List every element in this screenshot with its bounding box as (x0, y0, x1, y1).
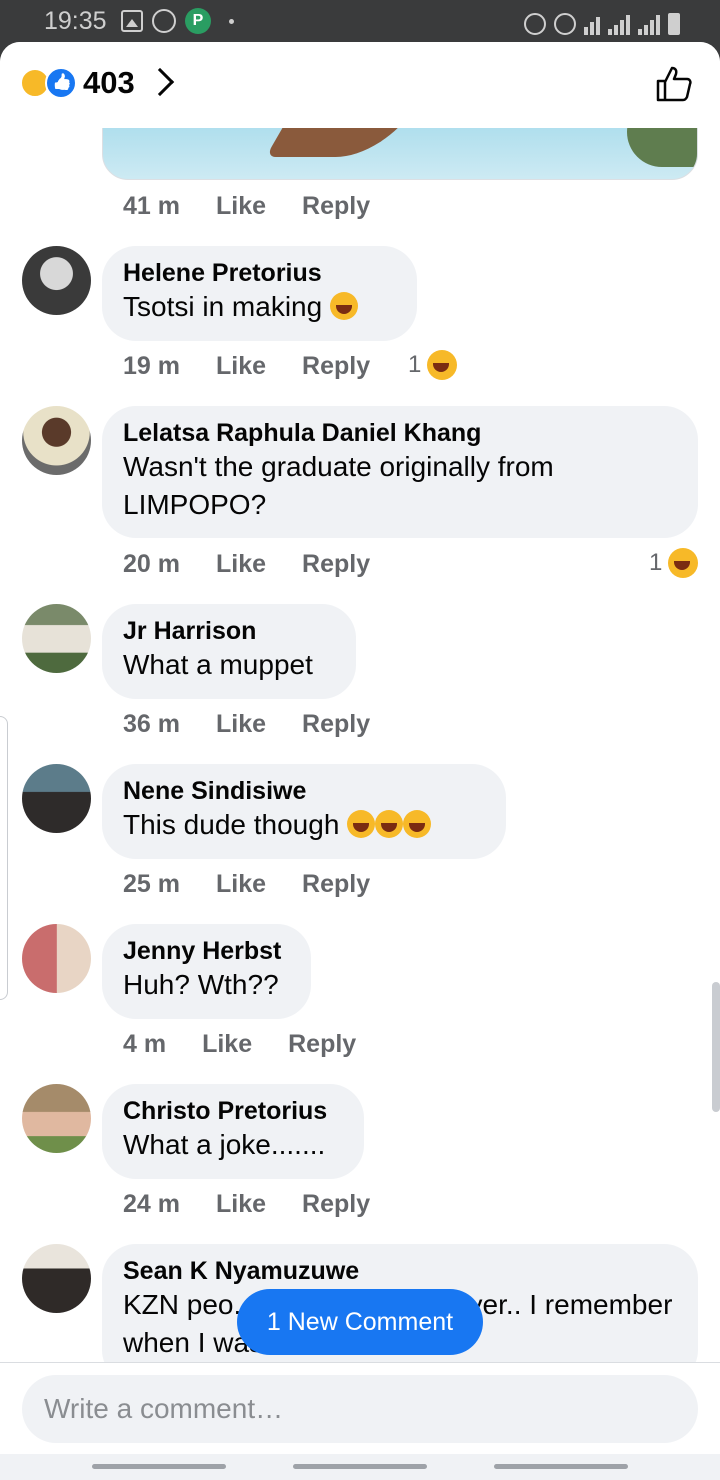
like-reaction-icon (45, 67, 77, 99)
comment-time: 25 m (123, 870, 180, 898)
comment-meta: 19 m Like Reply (123, 352, 370, 381)
comments-sheet: 403 41 m Like Reply Helene Pretorius Tso… (0, 42, 720, 1454)
comment-meta: 4 m Like Reply (123, 1030, 356, 1059)
avatar[interactable] (22, 406, 91, 475)
comment-composer (0, 1362, 720, 1454)
scrollbar[interactable] (712, 982, 720, 1112)
comment-time: 20 m (123, 550, 180, 578)
avatar[interactable] (22, 604, 91, 673)
comment-time: 41 m (123, 192, 180, 220)
avatar[interactable] (22, 1244, 91, 1313)
comment-text: Wasn't the graduate originally from LIMP… (123, 451, 554, 520)
haha-emoji-icon (427, 350, 458, 380)
reaction-number: 1 (408, 351, 422, 378)
system-nav-bar (0, 1454, 720, 1480)
comment-time: 4 m (123, 1030, 167, 1058)
like-button[interactable]: Like (216, 550, 266, 579)
whatsapp-icon (152, 9, 176, 33)
status-time: 19:35 (44, 7, 107, 35)
reply-button[interactable]: Reply (302, 870, 370, 899)
comment-author[interactable]: Nene Sindisiwe (123, 776, 484, 806)
reply-button[interactable]: Reply (302, 710, 370, 739)
comment-bubble[interactable]: Jr Harrison What a muppet (102, 604, 356, 699)
edge-panel-handle[interactable] (0, 716, 8, 1000)
comment-author[interactable]: Sean K Nyamuzuwe (123, 1256, 676, 1286)
comment-text-content: This dude though (123, 809, 340, 840)
comment-bubble[interactable]: Lelatsa Raphula Daniel Khang Wasn't the … (102, 406, 698, 538)
reactions-header[interactable]: 403 (0, 42, 720, 128)
reaction-count[interactable]: 403 (83, 65, 135, 101)
comment-reaction-count[interactable]: 1 (408, 350, 458, 380)
comment-author[interactable]: Lelatsa Raphula Daniel Khang (123, 418, 676, 448)
reply-button[interactable]: Reply (302, 192, 370, 221)
mute-icon (554, 13, 576, 35)
comment-time: 36 m (123, 710, 180, 738)
status-icons (524, 9, 680, 35)
battery-icon (668, 13, 680, 35)
comment-author[interactable]: Jr Harrison (123, 616, 334, 646)
comment-reaction-count[interactable]: 1 (649, 548, 699, 578)
like-button[interactable]: Like (216, 352, 266, 381)
wifi-icon (584, 17, 600, 35)
comment-time: 19 m (123, 352, 180, 380)
comment-meta: 25 m Like Reply (123, 870, 370, 899)
comment-input[interactable] (22, 1375, 698, 1443)
comment-meta: 20 m Like Reply (123, 550, 370, 579)
like-button[interactable]: Like (216, 192, 266, 221)
comment-bubble[interactable]: Jenny Herbst Huh? Wth?? (102, 924, 311, 1019)
status-bar: 19:35 P (0, 0, 720, 44)
comment-author[interactable]: Christo Pretorius (123, 1096, 342, 1126)
nav-back[interactable] (494, 1464, 628, 1469)
comment-time: 24 m (123, 1190, 180, 1218)
comment-text: What a muppet (123, 649, 313, 680)
reaction-number: 1 (649, 549, 663, 576)
like-button[interactable]: Like (216, 710, 266, 739)
reply-button[interactable]: Reply (302, 1190, 370, 1219)
signal-2-icon (638, 15, 660, 35)
like-outline-icon[interactable] (654, 64, 694, 104)
comment-text: Huh? Wth?? (123, 969, 279, 1000)
nav-home[interactable] (293, 1464, 427, 1469)
avatar[interactable] (22, 1084, 91, 1153)
like-button[interactable]: Like (216, 1190, 266, 1219)
comment-meta: 36 m Like Reply (123, 710, 370, 739)
comment-bubble[interactable]: Christo Pretorius What a joke....... (102, 1084, 364, 1179)
reply-button[interactable]: Reply (302, 550, 370, 579)
comment-text: This dude though (123, 806, 484, 844)
laughing-emoji-icon (329, 292, 358, 320)
gallery-icon (121, 10, 143, 32)
signal-icon (608, 15, 630, 35)
reply-button[interactable]: Reply (302, 352, 370, 381)
app-notification-icon: P (185, 8, 211, 34)
comment-meta: 41 m Like Reply (123, 192, 370, 221)
new-comment-button[interactable]: 1 New Comment (237, 1289, 483, 1355)
comment-text: Tsotsi in making (123, 288, 395, 326)
laughing-emoji-icon (403, 810, 432, 838)
comment-text: What a joke....... (123, 1129, 326, 1160)
reply-button[interactable]: Reply (288, 1030, 356, 1059)
comment-bubble[interactable]: Helene Pretorius Tsotsi in making (102, 246, 417, 341)
like-button[interactable]: Like (216, 870, 266, 899)
avatar[interactable] (22, 924, 91, 993)
chevron-right-icon[interactable] (145, 67, 175, 97)
nav-recents[interactable] (92, 1464, 226, 1469)
comment-author[interactable]: Jenny Herbst (123, 936, 289, 966)
laughing-emoji-icon (347, 810, 376, 838)
laughing-emoji-icon (375, 810, 404, 838)
avatar[interactable] (22, 246, 91, 315)
comment-bubble[interactable]: Nene Sindisiwe This dude though (102, 764, 506, 859)
comment-text-content: Tsotsi in making (123, 291, 323, 322)
alarm-icon (524, 13, 546, 35)
comment-author[interactable]: Helene Pretorius (123, 258, 395, 288)
more-notifications-dot (229, 19, 234, 24)
like-button[interactable]: Like (202, 1030, 252, 1059)
haha-emoji-icon (668, 548, 699, 578)
avatar[interactable] (22, 764, 91, 833)
comment-meta: 24 m Like Reply (123, 1190, 370, 1219)
